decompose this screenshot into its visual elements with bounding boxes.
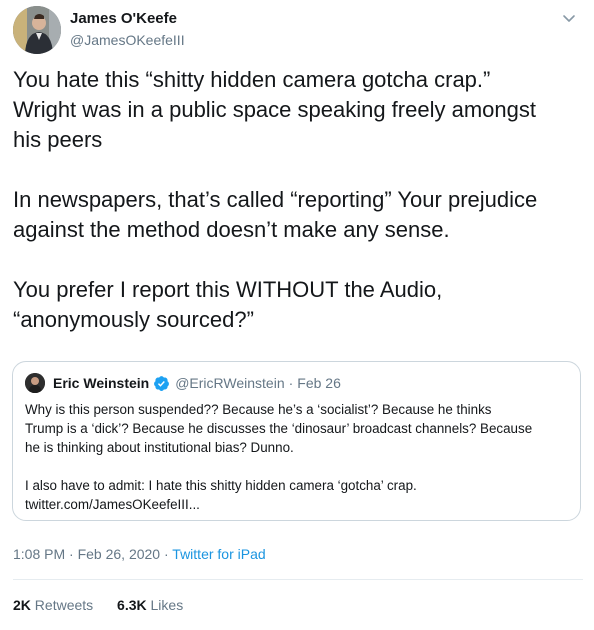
tweet-text-line: his peers [13, 127, 103, 152]
likes-label: Likes [150, 597, 184, 613]
tweet: James O'Keefe @JamesOKeefeIII You hate t… [0, 0, 594, 630]
separator-dot: · [163, 546, 169, 562]
quoted-link[interactable]: twitter.com/JamesOKeefeIII... [25, 495, 573, 514]
verified-badge-icon [153, 375, 170, 392]
tweet-text-line: In newspapers, that’s called “reporting”… [13, 187, 538, 212]
quoted-text-line: he is thinking about institutional bias?… [25, 440, 294, 455]
retweets-count: 2K [13, 597, 31, 613]
likes-stat[interactable]: 6.3K Likes [117, 597, 183, 613]
author-display-name[interactable]: James O'Keefe [70, 9, 185, 29]
author: James O'Keefe @JamesOKeefeIII [70, 9, 185, 50]
quoted-handle: @EricRWeinstein [175, 375, 285, 391]
author-handle[interactable]: @JamesOKeefeIII [70, 30, 185, 50]
separator-dot: · [288, 375, 294, 391]
quoted-tweet-header: Eric Weinstein @EricRWeinstein · Feb 26 [25, 372, 341, 394]
chevron-down-icon[interactable] [559, 8, 579, 28]
tweet-text-line: You hate this “shitty hidden camera gotc… [13, 67, 491, 92]
retweets-stat[interactable]: 2K Retweets [13, 597, 93, 613]
tweet-header: James O'Keefe @JamesOKeefeIII [13, 6, 583, 54]
tweet-meta: 1:08 PM · Feb 26, 2020 · Twitter for iPa… [13, 546, 266, 562]
retweets-label: Retweets [34, 597, 94, 613]
quoted-text-line: I also have to admit: I hate this shitty… [25, 478, 417, 493]
likes-count: 6.3K [117, 597, 147, 613]
quoted-display-name: Eric Weinstein [53, 375, 150, 391]
quoted-avatar [25, 373, 45, 393]
source-link[interactable]: Twitter for iPad [172, 546, 265, 562]
quoted-tweet[interactable]: Eric Weinstein @EricRWeinstein · Feb 26 … [12, 361, 581, 521]
quoted-text-line: Trump is a ‘dick’? Because he discusses … [25, 421, 533, 436]
divider [13, 579, 583, 580]
quoted-date: Feb 26 [297, 375, 341, 391]
tweet-text-line: You prefer I report this WITHOUT the Aud… [13, 277, 443, 302]
tweet-text-line: against the method doesn’t make any sens… [13, 217, 450, 242]
tweet-text-line: Wright was in a public space speaking fr… [13, 97, 536, 122]
quoted-text: Why is this person suspended?? Because h… [25, 400, 573, 514]
tweet-text: You hate this “shitty hidden camera gotc… [13, 65, 583, 335]
avatar[interactable] [13, 6, 61, 54]
tweet-stats: 2K Retweets 6.3K Likes [13, 597, 203, 613]
timestamp[interactable]: 1:08 PM · Feb 26, 2020 [13, 546, 160, 562]
tweet-text-line: “anonymously sourced?” [13, 307, 254, 332]
quoted-text-line: Why is this person suspended?? Because h… [25, 402, 492, 417]
